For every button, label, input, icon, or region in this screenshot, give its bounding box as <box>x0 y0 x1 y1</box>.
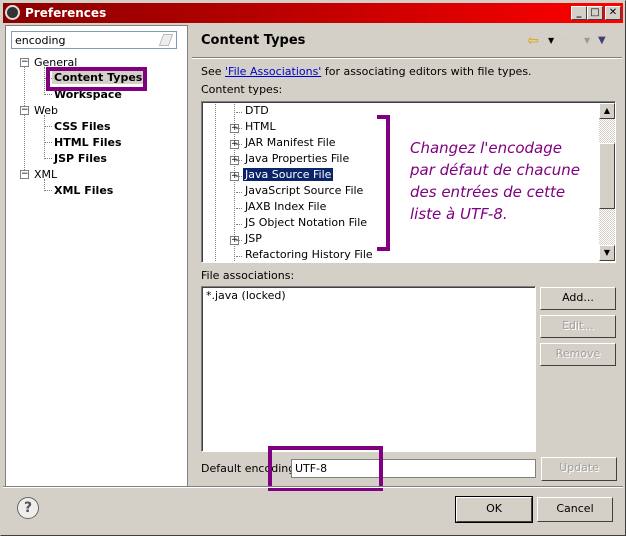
page-title: Content Types <box>201 33 306 48</box>
tree-connector <box>236 208 242 209</box>
tree-connector <box>236 192 242 193</box>
note-line: des entrées de cette <box>410 183 566 201</box>
back-menu-icon[interactable]: ▼ <box>548 36 554 45</box>
tree-connector <box>236 128 242 129</box>
window-title: Preferences <box>25 6 107 20</box>
tree-item-web[interactable]: Web <box>34 104 58 117</box>
note-line: liste à UTF-8. <box>410 205 508 223</box>
annotation-note: Changez l'encodage par défaut de chacune… <box>410 137 580 225</box>
highlight-box <box>268 446 383 491</box>
tree-item-css-files[interactable]: CSS Files <box>54 120 111 133</box>
back-arrow-icon[interactable]: ⇦ <box>527 33 539 49</box>
file-associations-list[interactable]: *.java (locked) <box>201 286 536 452</box>
tree-item-xml-files[interactable]: XML Files <box>54 184 113 197</box>
tree-item-jsp-files[interactable]: JSP Files <box>54 152 107 165</box>
content-type-item[interactable]: JS Object Notation File <box>243 216 369 229</box>
scroll-thumb[interactable] <box>599 143 615 209</box>
remove-button: Remove <box>540 343 616 366</box>
tree-connector <box>236 240 242 241</box>
collapse-icon[interactable]: − <box>20 58 29 67</box>
update-button: Update <box>541 457 617 481</box>
content-type-item[interactable]: JavaScript Source File <box>243 184 365 197</box>
note-line: Changez l'encodage <box>410 139 562 157</box>
file-associations-label: File associations: <box>201 269 295 282</box>
tree-connector <box>236 176 242 177</box>
separator <box>3 486 623 488</box>
content-type-item[interactable]: HTML <box>243 120 278 133</box>
add-button[interactable]: Add... <box>540 287 616 310</box>
tree-connector <box>236 256 242 257</box>
file-associations-link[interactable]: 'File Associations' <box>225 65 321 78</box>
title-bar[interactable]: Preferences _ □ ✕ <box>3 3 623 23</box>
content-type-item[interactable]: JSP <box>243 232 264 245</box>
content-type-item[interactable]: Java Properties File <box>243 152 351 165</box>
forward-arrow-icon: ⇨ <box>562 33 574 49</box>
scroll-up-button[interactable]: ▲ <box>599 103 615 119</box>
close-button[interactable]: ✕ <box>605 6 621 20</box>
content-type-item[interactable]: Java Source File <box>241 167 335 182</box>
ok-button[interactable]: OK <box>455 496 533 523</box>
maximize-button[interactable]: □ <box>587 6 603 20</box>
edit-button: Edit... <box>540 315 616 338</box>
content-type-item[interactable]: JAR Manifest File <box>243 136 338 149</box>
see-suffix: for associating editors with file types. <box>321 65 532 78</box>
scroll-down-button[interactable]: ▼ <box>599 245 615 261</box>
highlight-box <box>46 67 147 91</box>
collapse-icon[interactable]: − <box>20 170 29 179</box>
content-types-label: Content types: <box>201 83 283 96</box>
filter-input[interactable] <box>11 31 177 49</box>
view-menu-icon[interactable]: ▼ <box>598 35 606 46</box>
eclipse-gear-icon <box>5 5 20 20</box>
tree-connector <box>236 112 242 113</box>
forward-menu-icon: ▼ <box>584 36 591 45</box>
list-item[interactable]: *.java (locked) <box>202 287 535 304</box>
scrollbar[interactable]: ▲ ▼ <box>599 103 615 261</box>
content-type-item[interactable]: DTD <box>243 104 271 117</box>
content-type-item[interactable]: JAXB Index File <box>243 200 328 213</box>
tree-connector <box>236 160 242 161</box>
content-type-item[interactable]: Refactoring History File <box>243 248 375 261</box>
cancel-button[interactable]: Cancel <box>537 497 613 522</box>
tree-connector <box>236 144 242 145</box>
tree-item-xml[interactable]: XML <box>34 168 57 181</box>
separator <box>192 57 622 59</box>
tree-connector <box>236 224 242 225</box>
tree-item-html-files[interactable]: HTML Files <box>54 136 122 149</box>
help-icon[interactable]: ? <box>17 497 39 519</box>
collapse-icon[interactable]: − <box>20 106 29 115</box>
bracket-annotation <box>377 115 390 251</box>
see-file-associations-text: See 'File Associations' for associating … <box>201 65 532 78</box>
note-line: par défaut de chacune <box>410 161 580 179</box>
see-prefix: See <box>201 65 226 78</box>
minimize-button[interactable]: _ <box>571 6 587 20</box>
